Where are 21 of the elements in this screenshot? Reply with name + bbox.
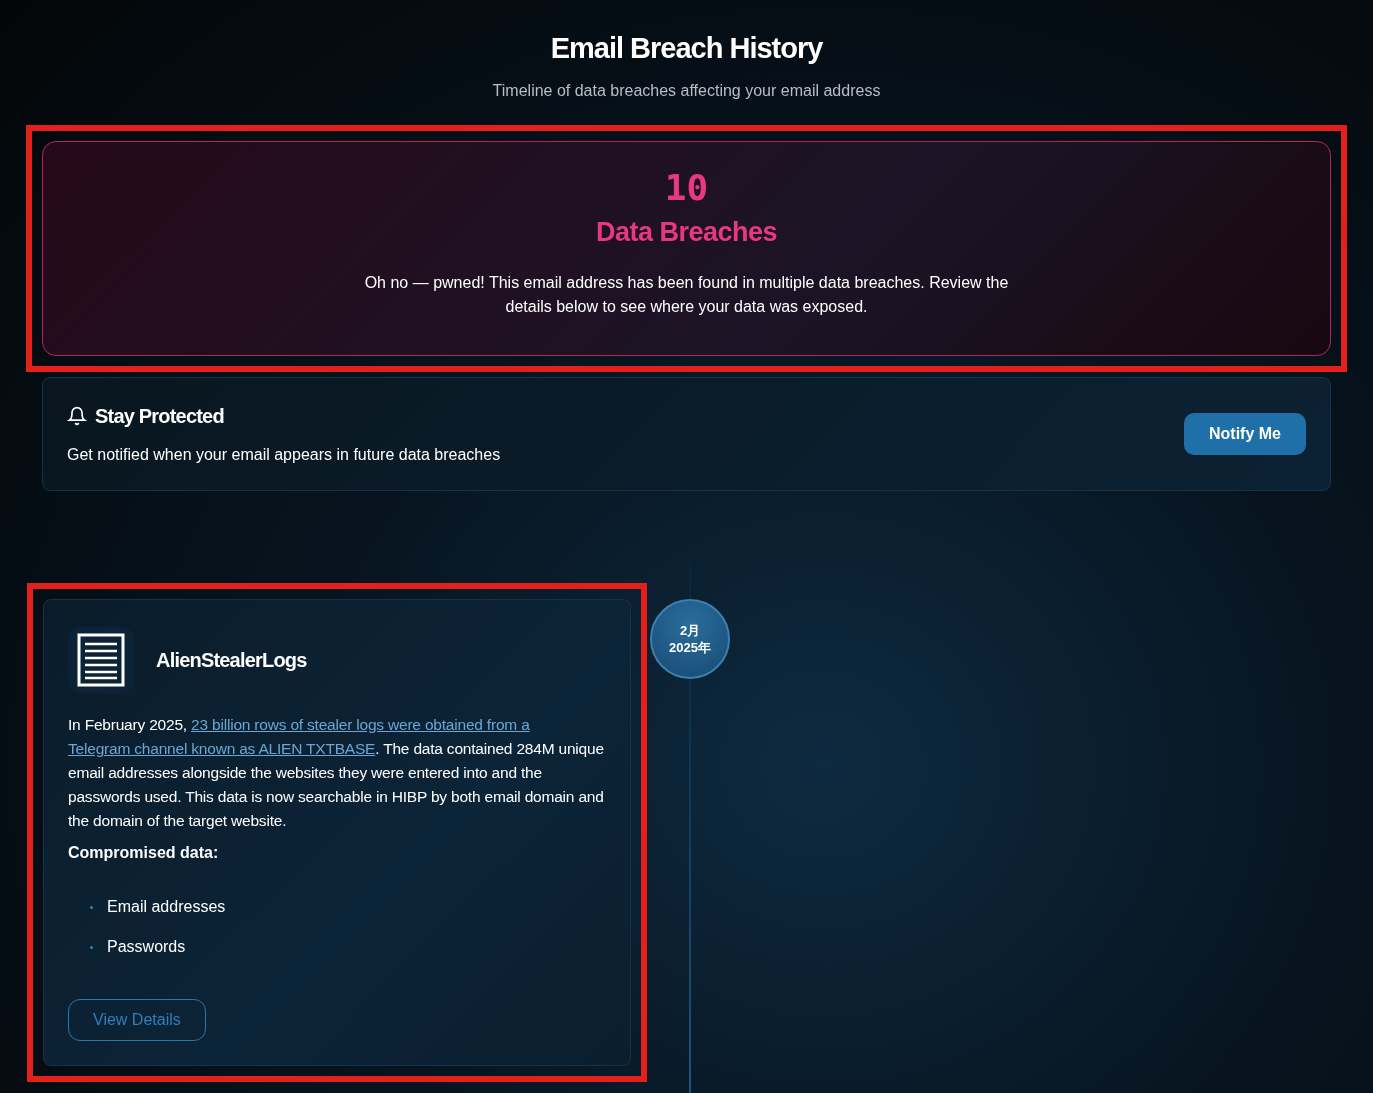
breach-description: In February 2025, 23 billion rows of stealer logs were obtained from a Telegram channel known as ALIEN TXTBASE. The data contained 284M unique email addresses alongside the websites they were entered into and the passwords used. This data is now searchable in HIBP by both email domain and the domain of the target website. <box>68 715 605 831</box>
date-year: 2025年 <box>669 639 711 656</box>
data-class-item: Email addresses <box>107 897 226 917</box>
breach-link[interactable]: 23 billion rows of stealer logs were obtained from a <box>191 716 530 733</box>
breach-name: AlienStealerLogs <box>156 648 307 673</box>
page-title: Email Breach History <box>550 31 823 66</box>
date-month: 2月 <box>679 622 701 639</box>
compromised-data-heading: Compromised data: <box>68 843 220 863</box>
bullet-icon <box>90 945 93 949</box>
bullet-icon <box>90 905 93 909</box>
notify-title: Stay Protected <box>95 404 224 429</box>
view-details-button[interactable]: View Details <box>68 999 206 1041</box>
page-subtitle: Timeline of data breaches affecting your email address <box>492 81 881 101</box>
breach-message: Oh no — pwned! This email address has been found in multiple data breaches. Review the details below to see where your data was exposed. <box>363 272 1010 317</box>
data-class-item: Passwords <box>107 937 186 957</box>
bell-icon <box>67 406 87 426</box>
breach-count: 10 <box>664 168 709 208</box>
document-icon <box>68 627 134 693</box>
notify-me-button[interactable]: Notify Me <box>1184 413 1306 455</box>
breach-count-label: Data Breaches <box>595 216 778 249</box>
notify-text: Get notified when your email appears in future data breaches <box>67 445 501 465</box>
